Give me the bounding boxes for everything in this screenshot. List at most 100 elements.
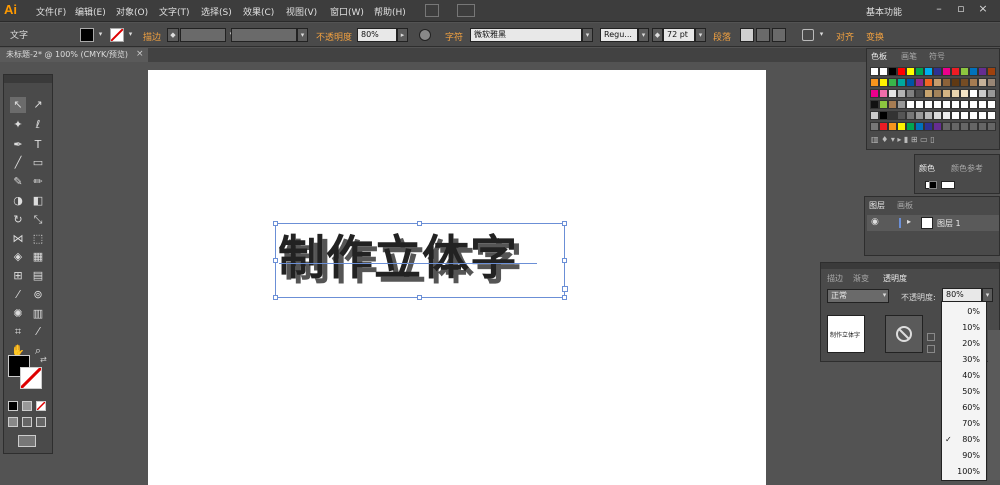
- line-tool-icon[interactable]: ╱: [10, 155, 26, 171]
- warp-dropdown-icon[interactable]: ▾: [816, 28, 827, 42]
- opacity-option[interactable]: 10%: [942, 320, 986, 336]
- font-family-field[interactable]: 微软雅黑: [470, 28, 582, 42]
- align-left-icon[interactable]: [740, 28, 754, 42]
- color-swatch[interactable]: [870, 100, 879, 109]
- opacity-dropdown-icon[interactable]: ▸: [397, 28, 408, 42]
- color-swatch[interactable]: [888, 67, 897, 76]
- screen-mode-icon[interactable]: [18, 435, 36, 447]
- menu-select[interactable]: 选择(S): [201, 5, 232, 18]
- close-document-icon[interactable]: ×: [136, 49, 146, 61]
- opacity-option[interactable]: 30%: [942, 352, 986, 368]
- tab-artboards[interactable]: 画板: [897, 200, 913, 211]
- color-swatch[interactable]: [987, 111, 996, 120]
- recolor-artwork-icon[interactable]: [419, 29, 431, 41]
- color-swatch[interactable]: [942, 111, 951, 120]
- color-swatch[interactable]: [897, 111, 906, 120]
- color-swatch[interactable]: [987, 67, 996, 76]
- color-swatch[interactable]: [870, 111, 879, 120]
- font-size-stepper[interactable]: ◆: [652, 28, 663, 42]
- color-swatch[interactable]: [978, 78, 987, 87]
- font-family-dropdown-icon[interactable]: ▾: [582, 28, 593, 42]
- color-swatch[interactable]: [960, 78, 969, 87]
- color-swatch[interactable]: [924, 78, 933, 87]
- variable-width-profile[interactable]: [231, 28, 297, 42]
- arrange-documents-icon[interactable]: [457, 4, 475, 17]
- color-swatch[interactable]: [951, 122, 960, 131]
- transparency-panel-header[interactable]: [821, 263, 999, 269]
- color-swatch[interactable]: [906, 100, 915, 109]
- font-size-dropdown-icon[interactable]: ▾: [695, 28, 706, 42]
- invert-mask-checkbox[interactable]: [927, 345, 935, 353]
- opacity-option[interactable]: 40%: [942, 368, 986, 384]
- opacity-option[interactable]: 60%: [942, 400, 986, 416]
- color-swatch[interactable]: [870, 122, 879, 131]
- color-swatch[interactable]: [969, 67, 978, 76]
- menu-type[interactable]: 文字(T): [159, 5, 190, 18]
- resize-handle-top-left[interactable]: [273, 221, 278, 226]
- color-swatch[interactable]: [969, 122, 978, 131]
- stroke-color-box[interactable]: [20, 367, 42, 389]
- color-swatch[interactable]: [915, 67, 924, 76]
- color-swatch[interactable]: [978, 89, 987, 98]
- free-transform-tool-icon[interactable]: ⬚: [30, 231, 46, 247]
- transform-label[interactable]: 变换: [866, 30, 884, 43]
- font-style-field[interactable]: Regu...: [600, 28, 638, 42]
- color-swatch[interactable]: [987, 89, 996, 98]
- menu-edit[interactable]: 编辑(E): [75, 5, 106, 18]
- color-swatch[interactable]: [933, 122, 942, 131]
- opacity-option[interactable]: 70%: [942, 416, 986, 432]
- color-swatch[interactable]: [933, 89, 942, 98]
- opacity-option[interactable]: 0%: [942, 304, 986, 320]
- color-swatch[interactable]: [969, 100, 978, 109]
- color-swatch[interactable]: [924, 100, 933, 109]
- color-swatch[interactable]: [942, 67, 951, 76]
- document-tab[interactable]: 未标题-2* @ 100% (CMYK/预览): [0, 48, 148, 62]
- color-swatch[interactable]: [978, 100, 987, 109]
- selection-bounding-box[interactable]: [275, 223, 565, 298]
- shape-builder-tool-icon[interactable]: ◈: [10, 249, 26, 265]
- color-swatch[interactable]: [978, 111, 987, 120]
- color-swatch[interactable]: [888, 122, 897, 131]
- color-swatch[interactable]: [924, 111, 933, 120]
- stroke-weight-stepper[interactable]: ◆: [167, 28, 179, 42]
- opacity-option[interactable]: 20%: [942, 336, 986, 352]
- eraser-tool-icon[interactable]: ◧: [30, 193, 46, 209]
- workspace-switcher[interactable]: 基本功能: [866, 5, 902, 18]
- tab-color-guide[interactable]: 颜色参考: [951, 163, 983, 174]
- resize-handle-top[interactable]: [417, 221, 422, 226]
- color-swatch[interactable]: [888, 100, 897, 109]
- color-swatch[interactable]: [897, 78, 906, 87]
- paintbrush-tool-icon[interactable]: ✎: [10, 174, 26, 190]
- scale-tool-icon[interactable]: ⤡: [30, 212, 46, 228]
- color-swatch[interactable]: [879, 122, 888, 131]
- color-swatch[interactable]: [960, 100, 969, 109]
- tab-color[interactable]: 颜色: [919, 163, 935, 174]
- minimize-icon[interactable]: –: [930, 2, 948, 16]
- visibility-eye-icon[interactable]: ◉: [871, 217, 879, 227]
- color-swatch[interactable]: [888, 89, 897, 98]
- color-swatch[interactable]: [897, 67, 906, 76]
- slice-tool-icon[interactable]: ⁄: [30, 324, 46, 340]
- color-swatch[interactable]: [942, 122, 951, 131]
- menu-view[interactable]: 视图(V): [286, 5, 317, 18]
- pencil-tool-icon[interactable]: ✏: [30, 174, 46, 190]
- clip-checkbox[interactable]: [927, 333, 935, 341]
- color-swatch[interactable]: [987, 78, 996, 87]
- tab-stroke[interactable]: 描边: [827, 273, 843, 284]
- color-swatch[interactable]: [960, 89, 969, 98]
- layer-row[interactable]: ◉ ▸ 图层 1: [867, 215, 999, 231]
- color-swatch[interactable]: [915, 78, 924, 87]
- color-swatch[interactable]: [978, 122, 987, 131]
- envelope-warp-icon[interactable]: [802, 29, 814, 41]
- color-swatch[interactable]: [879, 111, 888, 120]
- color-swatch[interactable]: [969, 89, 978, 98]
- stroke-swatch[interactable]: [110, 28, 124, 42]
- draw-inside-icon[interactable]: [36, 417, 46, 427]
- color-swatch[interactable]: [951, 100, 960, 109]
- color-swatch[interactable]: [879, 89, 888, 98]
- color-swatch[interactable]: [906, 67, 915, 76]
- opacity-option[interactable]: 80% ✓: [942, 432, 986, 448]
- color-swatch[interactable]: [942, 89, 951, 98]
- resize-handle-bottom[interactable]: [417, 295, 422, 300]
- gradient-mode-icon[interactable]: [22, 401, 32, 411]
